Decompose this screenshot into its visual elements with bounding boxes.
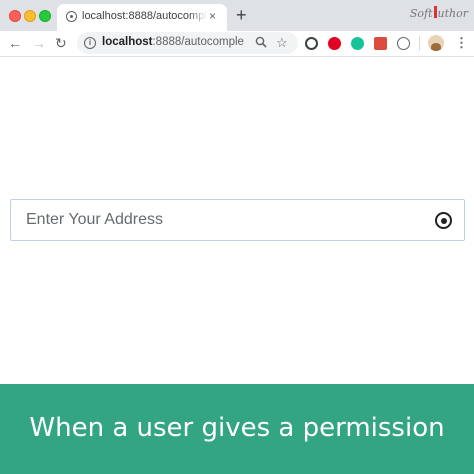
brand-text-left: Soft [409, 7, 433, 20]
bookmark-star-icon[interactable]: ☆ [276, 35, 288, 50]
target-locate-icon[interactable] [435, 212, 452, 229]
address-autocomplete-box [10, 199, 465, 241]
grammarly-extension-icon[interactable] [351, 37, 364, 50]
browser-window: localhost:8888/autocomplete- × + Softuth… [0, 0, 474, 474]
caption-text: When a user gives a permission [29, 413, 445, 443]
address-input[interactable] [26, 200, 426, 240]
minimize-window-button[interactable] [24, 10, 36, 22]
new-tab-button[interactable]: + [236, 5, 247, 25]
toolbar-divider [419, 36, 420, 51]
caption-banner: When a user gives a permission [0, 384, 474, 474]
magnifier-icon [255, 36, 267, 48]
close-window-button[interactable] [9, 10, 21, 22]
url-text[interactable]: localhost:8888/autocomple [102, 36, 252, 48]
url-path: :8888/autocomple [152, 36, 244, 48]
tab-title: localhost:8888/autocomplete- [82, 10, 207, 22]
brand-text-right: uthor [437, 7, 468, 20]
todoist-extension-icon[interactable] [374, 37, 387, 50]
active-tab[interactable]: localhost:8888/autocomplete- × [57, 4, 227, 31]
back-button[interactable]: ← [8, 34, 22, 52]
softauthor-logo: Soft uthor [410, 4, 468, 24]
site-info-icon[interactable]: i [84, 37, 96, 49]
profile-avatar[interactable] [428, 35, 444, 51]
ghostery-extension-icon[interactable] [397, 37, 410, 50]
forward-button[interactable]: → [32, 34, 46, 52]
pencil-icon [433, 6, 437, 18]
url-host: localhost [102, 36, 153, 48]
pinterest-extension-icon[interactable] [328, 37, 341, 50]
chrome-menu-icon[interactable]: ⋮ [455, 34, 468, 52]
zoom-icon[interactable] [255, 36, 267, 51]
address-bar[interactable]: i localhost:8888/autocomple ☆ [77, 32, 298, 54]
reload-button[interactable]: ↻ [55, 34, 67, 52]
tab-strip: localhost:8888/autocomplete- × + Softuth… [0, 0, 474, 31]
browser-toolbar: ← → ↻ i localhost:8888/autocomple ☆ ⋮ [0, 31, 474, 57]
sync-extension-icon[interactable] [305, 37, 318, 50]
tab-close-icon[interactable]: × [209, 9, 216, 23]
maximize-window-button[interactable] [39, 10, 51, 22]
globe-icon [66, 11, 77, 22]
